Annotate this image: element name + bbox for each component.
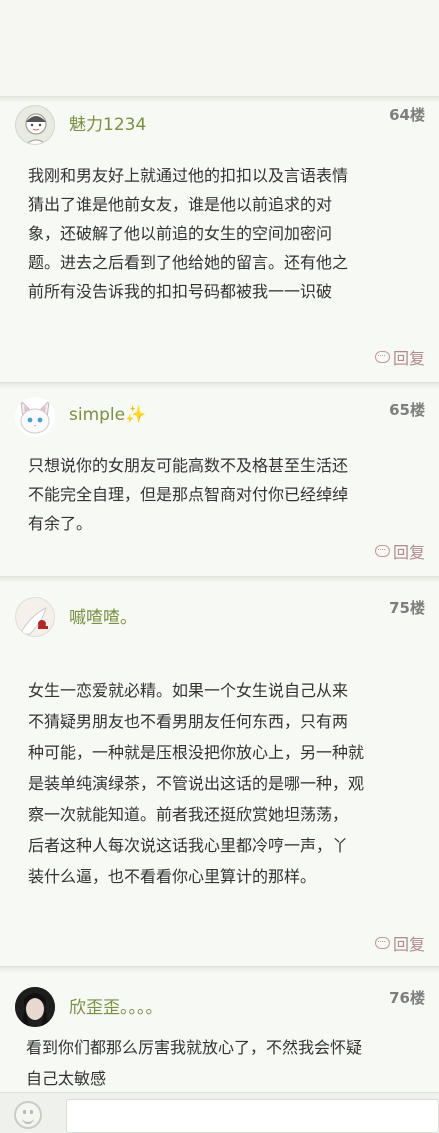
content-line: 题。进去之后看到了他给她的留言。还有他之 [28,253,349,272]
avatar[interactable] [15,987,55,1027]
content-line: 看到你们都那么厉害我就放心了，不然我会怀疑 [26,1038,363,1057]
content-line: 装什么逼，也不看看你心里算计的那样。 [28,867,317,886]
username[interactable]: simple✨ [69,405,146,425]
username[interactable]: 嘁喳喳。 [69,603,137,628]
comment-bubble-icon [374,351,390,363]
content-line: 我刚和男友好上就通过他的扣扣以及言语表情 [28,166,349,185]
content-line: 后者这种人每次说这话我心里都冷哼一声，丫 [28,836,349,855]
reply-button[interactable]: 回复 [374,345,425,369]
floor-number: 64楼 [389,106,425,124]
content-line: 有余了。 [28,514,93,533]
content-line: 象，还破解了他以前追的女生的空间加密问 [28,224,333,243]
username[interactable]: 欣歪歪。。。。 [69,993,163,1018]
content-line: 不猜疑男朋友也不看男朋友任何东西，只有两 [28,712,349,731]
reply-label: 回复 [392,349,425,368]
post-content: 看到你们都那么厉害我就放心了，不然我会怀疑 自己太敏感 [26,1032,411,1094]
avatar[interactable] [15,105,55,145]
comment-bubble-icon [374,545,390,557]
content-line: 自己太敏感 [26,1069,107,1088]
post-64: 魅力1234 64楼 我刚和男友好上就通过他的扣扣以及言语表情 猜出了谁是他前女… [0,96,439,382]
content-line: 只想说你的女朋友可能高数不及格甚至生活还 [28,456,349,475]
reply-bar [0,1092,439,1133]
floor-number: 75楼 [389,599,425,617]
reply-button[interactable]: 回复 [374,539,425,563]
content-line: 是装单纯演绿茶，不管说出这话的是哪一种，观 [28,774,365,793]
top-blank-area [0,0,439,96]
avatar[interactable] [15,597,55,637]
post-content: 只想说你的女朋友可能高数不及格甚至生活还 不能完全自理，但是那点智商对付你已经绰… [28,451,413,538]
floor-number: 76楼 [389,989,425,1007]
reply-label: 回复 [392,543,425,562]
content-line: 不能完全自理，但是那点智商对付你已经绰绰 [28,485,349,504]
avatar[interactable] [15,397,55,437]
reply-input[interactable] [66,1099,439,1133]
comment-bubble-icon [374,937,390,949]
content-line: 前所有没告诉我的扣扣号码都被我一一识破 [28,282,333,301]
smiley-icon[interactable] [14,1101,42,1129]
post-content: 女生一恋爱就必精。如果一个女生说自己从来 不猜疑男朋友也不看男朋友任何东西，只有… [28,675,413,892]
content-line: 种可能，一种就是压根没把你放心上，另一种就 [28,743,365,762]
content-line: 女生一恋爱就必精。如果一个女生说自己从来 [28,681,349,700]
post-76: 欣歪歪。。。。 76楼 看到你们都那么厉害我就放心了，不然我会怀疑 自己太敏感 [0,966,439,1092]
content-line: 猜出了谁是他前女友，谁是他以前追求的对 [28,195,333,214]
reply-label: 回复 [392,935,425,954]
post-content: 我刚和男友好上就通过他的扣扣以及言语表情 猜出了谁是他前女友，谁是他以前追求的对… [28,161,413,306]
floor-number: 65楼 [389,401,425,419]
username[interactable]: 魅力1234 [69,110,146,135]
post-75: 嘁喳喳。 75楼 女生一恋爱就必精。如果一个女生说自己从来 不猜疑男朋友也不看男… [0,576,439,966]
content-line: 察一次就能知道。前者我还挺欣赏她坦荡荡， [28,805,349,824]
reply-button[interactable]: 回复 [374,931,425,955]
post-65: simple✨ 65楼 只想说你的女朋友可能高数不及格甚至生活还 不能完全自理，… [0,382,439,576]
